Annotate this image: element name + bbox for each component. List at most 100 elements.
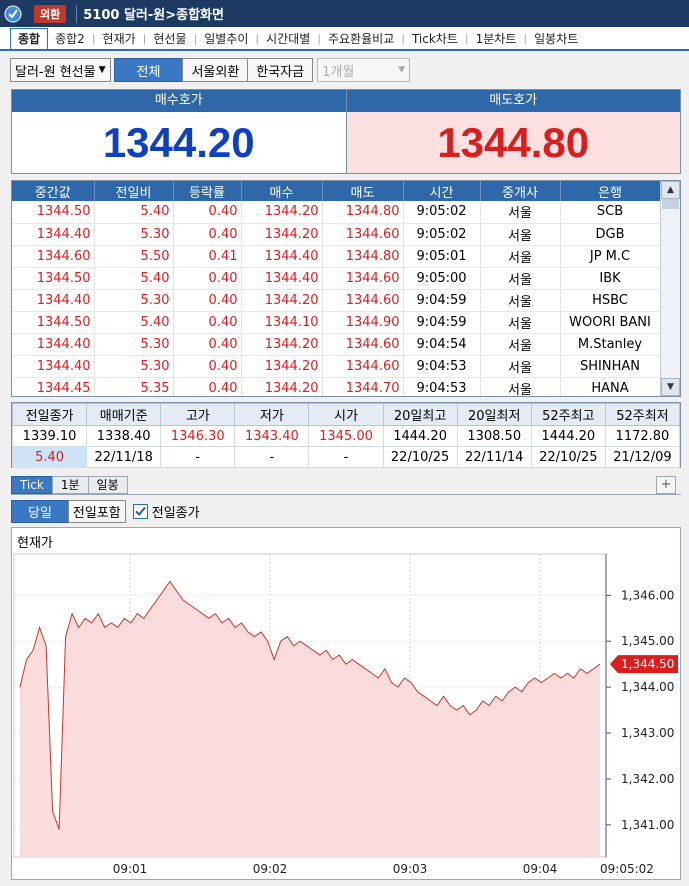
table-cell: HSBC: [560, 289, 661, 312]
chevron-down-icon: ▼: [398, 65, 406, 75]
tick-table-header: 중간값 전일비 등락률 매수 매도 시간 중개사 은행: [12, 181, 661, 201]
segment-all[interactable]: 전체: [113, 58, 184, 82]
col-ask[interactable]: 매도: [322, 181, 404, 201]
table-row[interactable]: 1344.40 5.30 0.40 1344.20 1344.60 9:04:54 서울 M.…: [12, 333, 661, 356]
table-cell: 1344.20: [241, 201, 323, 224]
summary-table: 전일종가 매매기준 고가 저가 시가 20일최고 20일최저 52주최고 52주…: [11, 403, 681, 468]
table-cell: 5.35: [94, 377, 174, 396]
table-cell: 0.40: [173, 267, 242, 290]
summary-high: 1346.30: [160, 425, 236, 447]
table-cell: 5.30: [94, 223, 174, 246]
table-cell: DGB: [560, 223, 661, 246]
x-tick-label: 09:05:02: [600, 862, 654, 876]
table-row[interactable]: 1344.50 5.40 0.40 1344.10 1344.90 9:04:59 서울 WO…: [12, 311, 661, 334]
tab-summary2[interactable]: 종합2: [48, 30, 92, 47]
table-cell: 5.30: [94, 355, 174, 378]
tab-daily-chart[interactable]: 일봉차트: [527, 30, 585, 47]
table-cell: 0.40: [173, 223, 242, 246]
scroll-down-icon[interactable]: ▼: [661, 378, 680, 396]
col-bank[interactable]: 은행: [560, 181, 661, 201]
tab-current-price[interactable]: 현재가: [96, 30, 143, 47]
y-tick-label: 1,341.00: [621, 818, 674, 832]
col-mid[interactable]: 중간값: [12, 181, 95, 201]
table-row[interactable]: 1344.50 5.40 0.40 1344.20 1344.80 9:05:02 서울 SC…: [12, 201, 661, 224]
summary-high-label: 고가: [160, 403, 236, 426]
market-select[interactable]: 달러-원 현선물 ▼: [10, 58, 111, 82]
col-change[interactable]: 전일비: [94, 181, 174, 201]
app-logo-icon: [0, 0, 26, 27]
option-include-prev[interactable]: 전일포함: [67, 499, 126, 523]
chart-tab-tick[interactable]: Tick: [11, 476, 53, 494]
table-cell: 0.40: [173, 355, 242, 378]
table-cell: 1344.40: [12, 289, 95, 312]
table-cell: 5.40: [94, 201, 174, 224]
table-cell: 9:04:53: [403, 377, 481, 396]
col-broker[interactable]: 중개사: [480, 181, 561, 201]
table-cell: 1344.70: [322, 377, 404, 396]
chevron-down-icon: ▼: [98, 65, 106, 75]
summary-panel: 전일종가 매매기준 고가 저가 시가 20일최고 20일최저 52주최고 52주…: [11, 402, 681, 468]
table-cell: 1344.60: [322, 355, 404, 378]
table-cell: 서울: [480, 289, 561, 312]
scroll-up-icon[interactable]: ▲: [661, 181, 680, 199]
tab-spot-futures[interactable]: 현선물: [146, 30, 193, 47]
tab-hourly[interactable]: 시간대별: [259, 30, 317, 47]
market-select-value: 달러-원 현선물: [15, 64, 96, 80]
chart-tab-1min[interactable]: 1분: [51, 476, 89, 494]
ask-panel: 매도호가 1344.80: [345, 90, 680, 173]
tab-tick-chart[interactable]: Tick차트: [405, 30, 465, 47]
price-chart[interactable]: 1,341.00 1,342.00 1,343.00 1,344.00 1,345.00…: [11, 527, 681, 880]
table-row[interactable]: 1344.50 5.40 0.40 1344.40 1344.60 9:05:00 서울 IB…: [12, 267, 661, 290]
tab-1min-chart[interactable]: 1분차트: [469, 30, 524, 47]
table-cell: 서울: [480, 333, 561, 356]
tab-fx-compare[interactable]: 주요환율비교: [321, 30, 401, 47]
table-row[interactable]: 1344.40 5.30 0.40 1344.20 1344.60 9:05:02 서울 DG…: [12, 223, 661, 246]
col-bid[interactable]: 매수: [241, 181, 323, 201]
col-time[interactable]: 시간: [403, 181, 481, 201]
x-tick-label: 09:04: [523, 862, 558, 876]
tab-daily-trend[interactable]: 일별추이: [197, 30, 255, 47]
summary-52w-high: 1444.20: [530, 425, 606, 447]
y-tick-label: 1,342.00: [621, 772, 674, 786]
prev-close-toggle[interactable]: 전일종가: [132, 502, 200, 521]
col-change-rate[interactable]: 등락률: [173, 181, 242, 201]
tab-bar: 종합 종합2 | 현재가 | 현선물 | 일별추이 | 시간대별 | 주요환율비교 | Ti…: [0, 27, 689, 51]
period-select[interactable]: 1개월 ▼: [317, 58, 411, 82]
chart-tab-daily[interactable]: 일봉: [87, 476, 128, 494]
option-today[interactable]: 당일: [11, 499, 69, 523]
tab-summary[interactable]: 종합: [10, 28, 49, 49]
summary-base-date: 22/11/18: [86, 446, 162, 468]
segment-seoul[interactable]: 서울외환: [182, 58, 249, 82]
summary-20d-high-label: 20일최고: [382, 403, 458, 426]
table-cell: 0.40: [173, 289, 242, 312]
table-cell: 1344.10: [241, 311, 323, 334]
x-tick-label: 09:02: [253, 862, 288, 876]
table-cell: 서울: [480, 201, 561, 224]
ask-value: 1344.80: [346, 112, 680, 173]
table-cell: 서울: [480, 311, 561, 334]
table-cell: JP M.C: [560, 245, 661, 268]
table-cell: 9:04:59: [403, 311, 481, 334]
scroll-thumb[interactable]: [662, 199, 679, 209]
checkbox[interactable]: [132, 503, 148, 519]
bid-value: 1344.20: [12, 112, 346, 173]
chart-title: 현재가: [17, 536, 53, 551]
window-title: 5100 달러-원>종합화면: [83, 8, 224, 23]
title-divider: [76, 4, 78, 23]
table-cell: 5.30: [94, 289, 174, 312]
summary-52w-high-label: 52주최고: [530, 403, 606, 426]
table-cell: 5.50: [94, 245, 174, 268]
segment-korea-money[interactable]: 한국자금: [247, 58, 314, 82]
table-row[interactable]: 1344.60 5.50 0.41 1344.40 1344.80 9:05:01 서울 JP…: [12, 245, 661, 268]
table-row[interactable]: 1344.40 5.30 0.40 1344.20 1344.60 9:04:53 서울 SH…: [12, 355, 661, 378]
table-cell: 1344.60: [322, 223, 404, 246]
add-chart-button[interactable]: +: [656, 476, 676, 494]
table-cell: 9:05:02: [403, 223, 481, 246]
table-row[interactable]: 1344.40 5.30 0.40 1344.20 1344.60 9:04:59 서울 HS…: [12, 289, 661, 312]
summary-52w-low-date: 21/12/09: [604, 446, 681, 468]
x-tick-label: 09:01: [113, 862, 148, 876]
table-cell: 9:05:00: [403, 267, 481, 290]
tick-scrollbar[interactable]: ▲ ▼: [660, 181, 680, 396]
table-row[interactable]: 1344.45 5.35 0.40 1344.20 1344.70 9:04:53 서울 HA…: [12, 377, 661, 396]
current-price-label: 1,344.50: [621, 657, 674, 671]
